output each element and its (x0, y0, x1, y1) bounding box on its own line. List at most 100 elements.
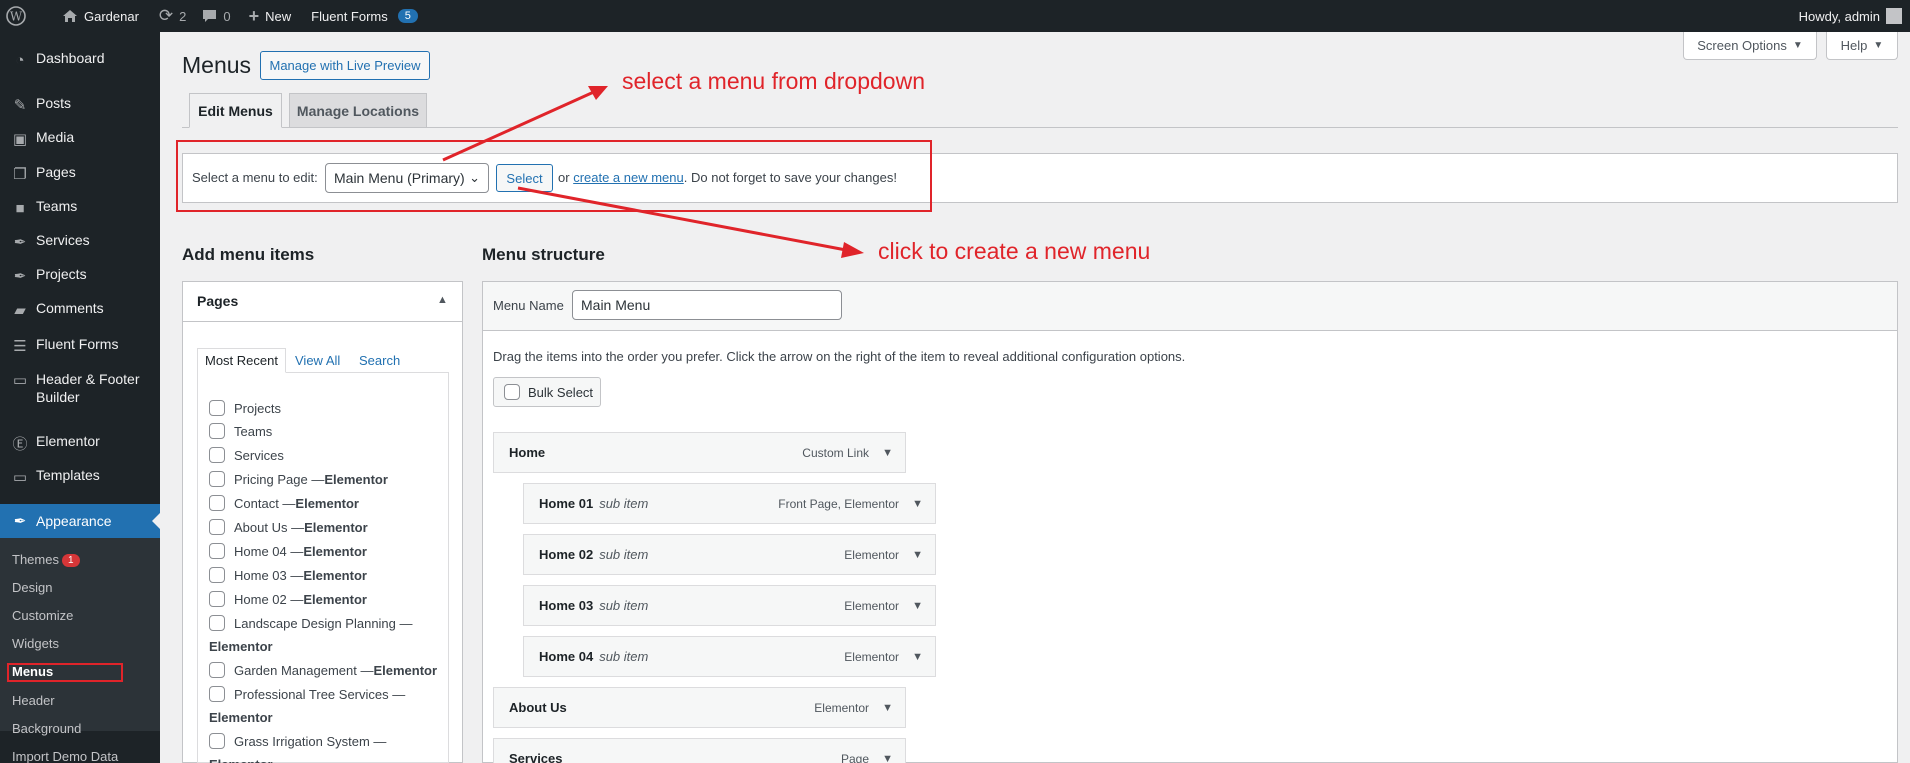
sidebar-item-appearance[interactable]: ✒ Appearance (0, 504, 160, 538)
refresh-icon: ⟳ (158, 6, 174, 25)
menu-name-input[interactable]: Main Menu (572, 290, 842, 320)
menu-item[interactable]: Home 01 sub item Front Page, Elementor ▼ (523, 483, 936, 524)
annotation-dropdown: select a menu from dropdown (622, 68, 925, 94)
fluent-forms-link[interactable]: Fluent Forms 5 (303, 0, 426, 32)
page-name: Contact — (234, 495, 296, 511)
page-checkbox[interactable] (209, 662, 225, 678)
page-checkbox[interactable] (209, 495, 225, 511)
page-checkbox[interactable] (209, 423, 225, 439)
page-name: Landscape Design Planning — (234, 615, 413, 631)
my-account[interactable]: Howdy, admin (1799, 0, 1902, 32)
caret-down-icon[interactable]: ▼ (882, 702, 893, 714)
page-builder-suffix: Elementor (295, 495, 359, 511)
sidebar-item-services[interactable]: ✒ Services (0, 232, 160, 252)
page-checklist-item[interactable]: Teams (209, 423, 272, 439)
sidebar-item-posts[interactable]: ✎ Posts (0, 95, 160, 115)
menu-item-label: Home 04 (539, 649, 594, 664)
page-checklist-item[interactable]: Grass Irrigation System — (209, 733, 386, 749)
page-checkbox[interactable] (209, 400, 225, 416)
live-preview-button[interactable]: Manage with Live Preview (260, 51, 430, 80)
menu-item-label: Home 02 (539, 547, 594, 562)
bulk-select-button[interactable]: Bulk Select (493, 377, 601, 407)
caret-up-icon[interactable]: ▲ (437, 294, 448, 306)
new-content-link[interactable]: + New (241, 0, 300, 32)
sidebar-item-projects[interactable]: ✒ Projects (0, 266, 160, 286)
page-name: Garden Management — (234, 662, 374, 678)
page-checklist-item[interactable]: Home 04 — Elementor (209, 543, 367, 559)
sidebar-item-media[interactable]: ▣ Media (0, 129, 160, 149)
help-label: Help (1840, 38, 1868, 53)
page-checklist-item[interactable]: Landscape Design Planning — (209, 615, 413, 631)
menu-item[interactable]: Home 04 sub item Elementor ▼ (523, 636, 936, 677)
menu-item-type: Elementor (844, 547, 899, 562)
page-checkbox[interactable] (209, 567, 225, 583)
page-checklist-item[interactable]: Services (209, 447, 284, 463)
tab-manage-locations[interactable]: Manage Locations (289, 93, 427, 128)
sidebar-item-header-footer[interactable]: ▭ Header & Footer Builder (0, 370, 160, 406)
screen-options-button[interactable]: Screen Options ▼ (1683, 32, 1817, 60)
page-checkbox[interactable] (209, 591, 225, 607)
caret-down-icon[interactable]: ▼ (912, 651, 923, 663)
sidebar-item-dashboard[interactable]: ◔ Dashboard (0, 50, 160, 70)
caret-down-icon[interactable]: ▼ (912, 549, 923, 561)
page-checklist-item[interactable]: Home 02 — Elementor (209, 591, 367, 607)
sidebar-item-comments[interactable]: ▰ Comments (0, 300, 160, 320)
sidebar-item-elementor[interactable]: Ⓔ Elementor (0, 433, 160, 453)
page-checklist-item[interactable]: Garden Management — Elementor (209, 662, 437, 678)
sidebar-item-fluent-forms[interactable]: ☰ Fluent Forms (0, 336, 160, 356)
instructions-text: Drag the items into the order you prefer… (493, 349, 1186, 364)
menu-item[interactable]: Home 03 sub item Elementor ▼ (523, 585, 936, 626)
caret-down-icon[interactable]: ▼ (882, 753, 893, 763)
caret-down-icon: ▼ (1792, 40, 1803, 51)
page-checkbox[interactable] (209, 543, 225, 559)
tab-view-all[interactable]: View All (295, 353, 340, 368)
caret-down-icon[interactable]: ▼ (912, 600, 923, 612)
tab-most-recent[interactable]: Most Recent (197, 348, 286, 373)
submenu-import-demo[interactable]: Import Demo Data (12, 749, 118, 763)
page-builder-suffix: Elementor (303, 543, 367, 559)
submenu-themes[interactable]: Themes 1 (12, 552, 80, 567)
submenu-customize[interactable]: Customize (12, 608, 73, 623)
menu-item[interactable]: Services Page ▼ (493, 738, 906, 763)
page-name: Projects (234, 400, 281, 416)
page-checkbox[interactable] (209, 519, 225, 535)
page-checkbox[interactable] (209, 686, 225, 702)
submenu-widgets[interactable]: Widgets (12, 636, 59, 651)
page-checkbox[interactable] (209, 447, 225, 463)
caret-down-icon[interactable]: ▼ (912, 498, 923, 510)
tab-edit-menus[interactable]: Edit Menus (189, 93, 282, 128)
comments-link[interactable]: 0 (194, 0, 238, 32)
menu-item[interactable]: Home Custom Link ▼ (493, 432, 906, 473)
sidebar-item-pages[interactable]: ❐ Pages (0, 164, 160, 184)
help-button[interactable]: Help ▼ (1826, 32, 1898, 60)
wordpress-logo[interactable]: W (0, 0, 34, 32)
updates-link[interactable]: ⟳ 2 (151, 0, 194, 32)
menu-item[interactable]: About Us Elementor ▼ (493, 687, 906, 728)
page-checklist-item[interactable]: Professional Tree Services — (209, 686, 405, 702)
page-checklist-item[interactable]: Contact — Elementor (209, 495, 359, 511)
menu-item-title: Home 03 sub item (539, 598, 648, 613)
sidebar-item-templates[interactable]: ▭ Templates (0, 467, 160, 487)
submenu-design[interactable]: Design (12, 580, 52, 595)
caret-down-icon[interactable]: ▼ (882, 447, 893, 459)
home-icon (63, 10, 77, 22)
page-checkbox[interactable] (209, 615, 225, 631)
page-checkbox[interactable] (209, 471, 225, 487)
page-checklist-item[interactable]: About Us — Elementor (209, 519, 368, 535)
submenu-header[interactable]: Header (12, 693, 55, 708)
page-checklist-item[interactable]: Projects (209, 400, 281, 416)
site-name-link[interactable]: Gardenar (54, 0, 147, 32)
submenu-background[interactable]: Background (12, 721, 81, 736)
menu-item-label: Services (509, 751, 563, 763)
sidebar-item-teams[interactable]: ■ Teams (0, 198, 160, 218)
bulk-select-checkbox[interactable] (504, 384, 520, 400)
page-checkbox[interactable] (209, 733, 225, 749)
page-builder-suffix: Elementor (324, 471, 388, 487)
tab-search[interactable]: Search (359, 353, 400, 368)
page-checklist-item[interactable]: Home 03 — Elementor (209, 567, 367, 583)
menu-item[interactable]: Home 02 sub item Elementor ▼ (523, 534, 936, 575)
page-checklist-item[interactable]: Pricing Page — Elementor (209, 471, 388, 487)
page-name: Teams (234, 423, 273, 439)
tabs-divider (182, 127, 1898, 128)
menu-item-title: Home 04 sub item (539, 649, 648, 664)
